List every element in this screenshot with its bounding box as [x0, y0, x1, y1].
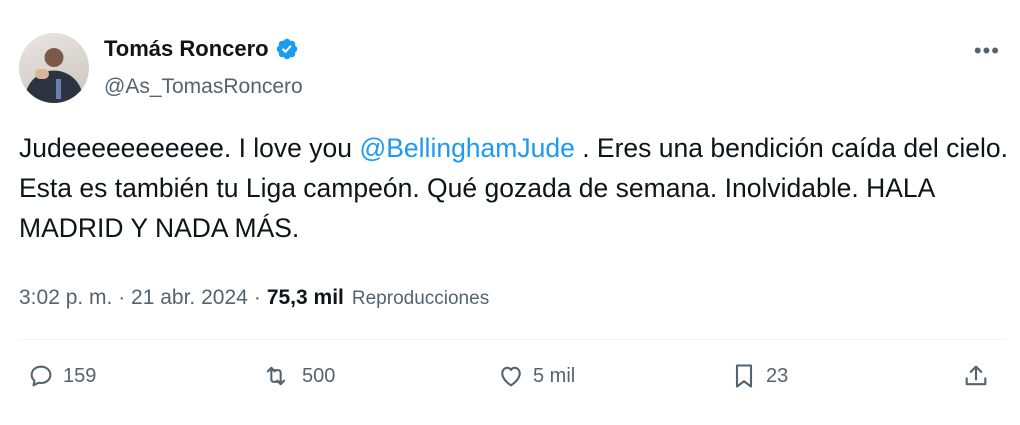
avatar[interactable]: [19, 33, 89, 103]
share-icon: [965, 365, 987, 386]
tweet-text-part1: Judeeeeeeeeeee. I love you: [19, 133, 360, 163]
mention-link[interactable]: @BellinghamJude: [359, 133, 574, 163]
views-label: Reproducciones: [351, 288, 490, 309]
author-handle[interactable]: @As_TomasRoncero: [104, 75, 303, 99]
avatar-tie: [56, 79, 61, 99]
tweet-meta: 3:02 p. m. · 21 abr. 2024 · 75,3 mil Rep…: [19, 286, 489, 310]
heart-icon: [501, 366, 521, 387]
author-name[interactable]: Tomás Roncero: [104, 36, 269, 62]
more-options-icon[interactable]: •••: [974, 38, 1000, 64]
action-bar: 159 500 5 mil 23: [0, 362, 1020, 410]
retweet-count: 500: [302, 364, 336, 387]
reply-count: 159: [63, 364, 97, 387]
like-count: 5 mil: [533, 364, 576, 387]
like-button[interactable]: 5 mil: [497, 362, 575, 390]
retweet-icon: [266, 366, 286, 386]
reply-button[interactable]: 159: [27, 362, 96, 390]
bookmark-count: 23: [766, 364, 789, 387]
timestamp[interactable]: 3:02 p. m. · 21 abr. 2024: [19, 286, 248, 310]
bookmark-button[interactable]: 23: [730, 362, 788, 390]
retweet-button[interactable]: 500: [258, 362, 335, 390]
verified-badge-icon: [276, 38, 297, 60]
tweet-text: Judeeeeeeeeeee. I love you @BellinghamJu…: [19, 128, 1009, 248]
author-name-row: Tomás Roncero: [104, 36, 299, 62]
views-count: 75,3 mil: [266, 286, 344, 309]
avatar-hand: [35, 69, 49, 79]
share-button[interactable]: [962, 362, 990, 390]
bookmark-icon: [735, 364, 753, 388]
meta-separator: ·: [253, 286, 261, 309]
divider: [19, 339, 1006, 340]
reply-icon: [30, 365, 52, 387]
